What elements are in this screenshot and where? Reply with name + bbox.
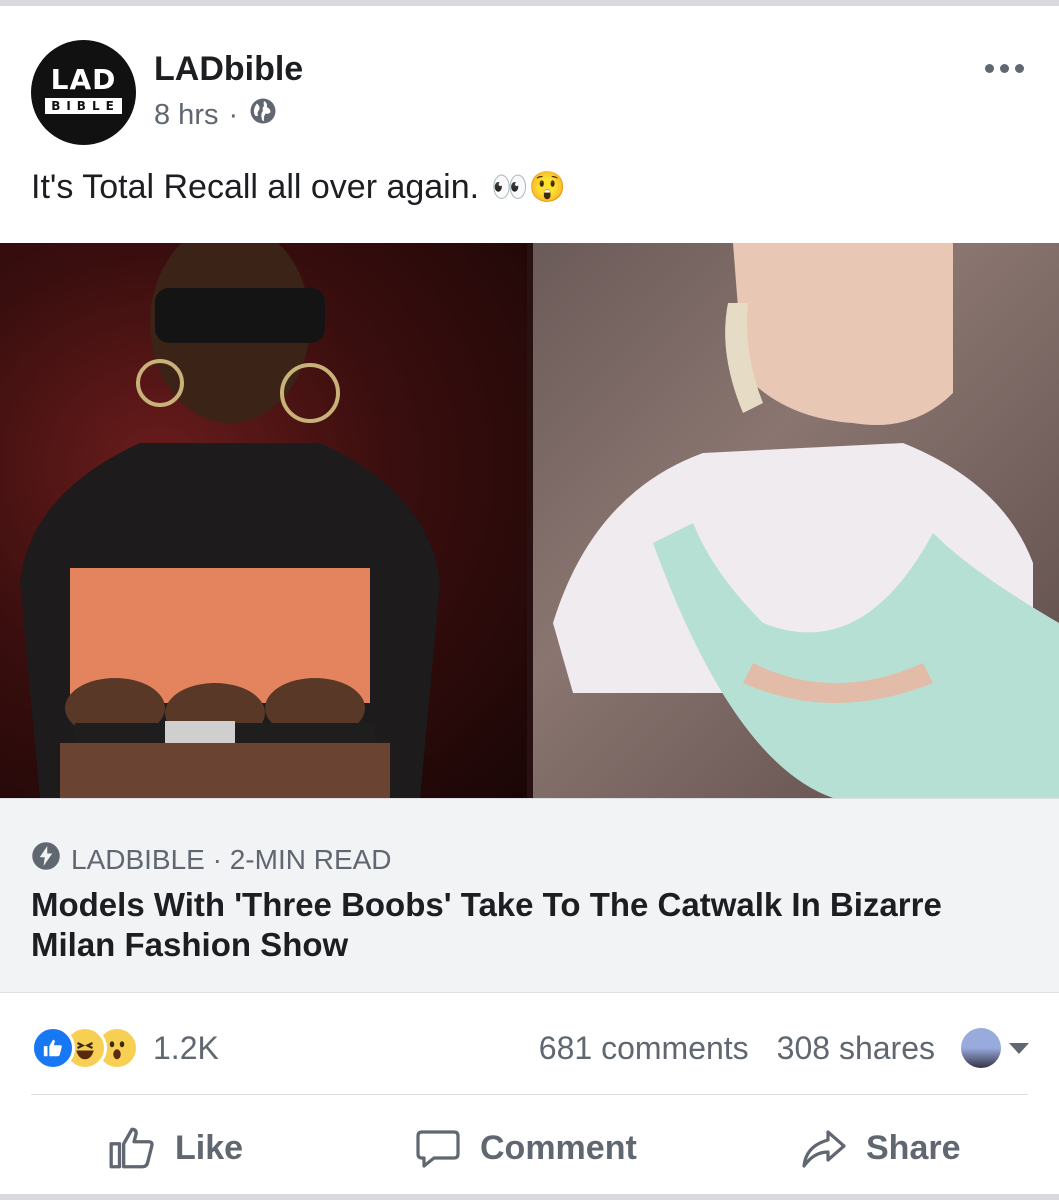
chevron-down-icon[interactable] xyxy=(1009,1042,1029,1054)
share-button[interactable]: Share xyxy=(800,1108,961,1188)
post-actions: Like Comment Share xyxy=(0,1108,1059,1188)
link-headline[interactable]: Models With 'Three Boobs' Take To The Ca… xyxy=(31,885,1031,965)
like-icon xyxy=(109,1127,154,1169)
comments-count[interactable]: 681 comments xyxy=(539,1030,749,1067)
like-label: Like xyxy=(175,1128,244,1167)
page-avatar[interactable]: LAD BIBLE xyxy=(31,40,136,145)
post-caption: It's Total Recall all over again. 👀😲 xyxy=(31,168,566,207)
link-preview[interactable]: LADBIBLE · 2-MIN READ Models With 'Three… xyxy=(0,798,1059,993)
meta-separator: · xyxy=(228,98,239,131)
share-label: Share xyxy=(866,1128,961,1167)
like-button[interactable]: Like xyxy=(107,1108,243,1188)
logo-text-bible: BIBLE xyxy=(45,98,122,114)
comment-label: Comment xyxy=(480,1128,637,1167)
share-icon xyxy=(802,1130,846,1168)
post-header: LAD BIBLE LADbible 8 hrs · xyxy=(0,6,1059,146)
logo-text-lad: LAD xyxy=(50,63,117,96)
engagement-counts: 681 comments 308 shares xyxy=(539,1028,1029,1068)
post-time[interactable]: 8 hrs xyxy=(154,99,218,132)
engagement-bar: 1.2K 681 comments 308 shares xyxy=(0,1010,1059,1080)
more-dot xyxy=(1000,63,1009,73)
bottom-divider xyxy=(0,1194,1059,1200)
more-dot xyxy=(1015,63,1024,73)
viewer-avatar[interactable] xyxy=(961,1028,1001,1068)
post-meta: 8 hrs · xyxy=(154,96,278,134)
reaction-count: 1.2K xyxy=(153,1029,219,1066)
runway-photo-left xyxy=(0,243,527,798)
caption-emoji: 👀😲 xyxy=(491,171,566,204)
like-reaction-icon xyxy=(31,1026,75,1070)
link-source-text: LADBIBLE · 2-MIN READ xyxy=(71,843,392,875)
instant-article-icon xyxy=(31,841,71,878)
runway-photo-right xyxy=(533,243,1059,798)
actions-divider xyxy=(31,1094,1028,1095)
shares-count[interactable]: 308 shares xyxy=(777,1030,935,1067)
more-options-icon[interactable] xyxy=(985,58,1029,78)
page-name[interactable]: LADbible xyxy=(154,50,303,89)
post-image[interactable] xyxy=(0,243,1059,798)
link-source: LADBIBLE · 2-MIN READ xyxy=(31,841,392,878)
comment-button[interactable]: Comment xyxy=(414,1108,637,1188)
comment-icon xyxy=(416,1130,460,1168)
globe-icon xyxy=(248,96,278,134)
reaction-summary[interactable]: 1.2K xyxy=(31,1026,219,1070)
caption-text: It's Total Recall all over again. xyxy=(31,168,480,206)
more-dot xyxy=(985,63,994,73)
